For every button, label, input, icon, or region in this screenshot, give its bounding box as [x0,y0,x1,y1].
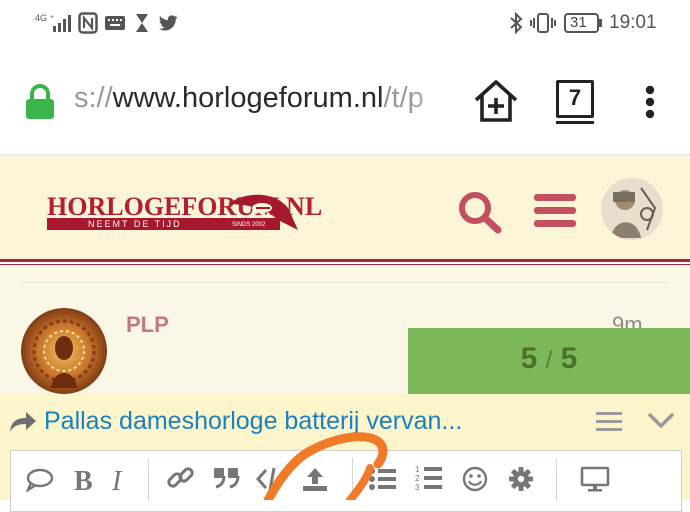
options-button[interactable] [508,466,534,497]
quote-button[interactable] [212,466,240,495]
toolbar-separator [556,458,557,500]
progress-current: 5 [520,342,538,375]
svg-text:+: + [50,14,54,21]
preview-toggle-button[interactable] [580,466,610,497]
search-button[interactable] [457,190,503,239]
progress-separator: / [545,347,553,374]
url-fade [412,78,456,120]
nfc-icon [78,12,98,39]
battery-level: 31 [570,14,587,31]
composer-collapse-button[interactable] [648,412,674,435]
bold-button[interactable]: B [74,466,93,498]
avatar-image [601,178,663,240]
gear-icon [509,467,533,491]
bluetooth-icon [508,11,524,39]
logo-subtitle: NEEMT DE TIJD [88,219,182,229]
tab-count: 7 [568,85,582,110]
post-divider [22,282,668,283]
bold-icon: B [74,466,93,497]
blockquote-button[interactable] [25,468,54,497]
annotation-circle-mark [250,418,400,505]
smiley-icon [462,466,488,492]
keyboard-icon [104,12,126,39]
svg-text:3: 3 [415,483,420,492]
post-author[interactable]: PLP [126,312,169,338]
menu-button[interactable] [644,84,656,125]
italic-icon: I [112,466,122,497]
add-to-home-button[interactable] [472,78,520,129]
quote-icon [214,468,240,489]
more-vert-icon [645,85,655,119]
svg-text:1: 1 [415,465,420,474]
progress-total: 5 [560,342,578,375]
list-icon [596,412,622,431]
topic-progress-label: 5 / 5 [408,342,690,376]
svg-text:2: 2 [415,474,420,483]
hamburger-icon [534,194,576,227]
numbered-list-button[interactable]: 123 [414,463,444,498]
reply-icon [8,410,38,439]
header-divider [0,259,690,262]
url-scheme: s:// [74,82,113,114]
network-label: 4G [35,13,47,23]
status-bar: 4G + 31 19:01 [0,0,690,46]
vibrate-icon [530,12,556,39]
signal-icon: 4G + [35,12,73,39]
url-host: www.horlogeforum.nl [112,82,384,114]
italic-button[interactable]: I [112,466,121,498]
chevron-down-icon [648,413,674,428]
twitter-icon [157,12,179,39]
clock: 19:01 [609,12,657,33]
emoji-button[interactable] [462,466,488,497]
desktop-icon [580,466,610,492]
hourglass-icon [134,12,150,39]
home-plus-icon [474,80,518,122]
composer-list-button[interactable] [596,412,622,437]
toolbar-separator [148,458,149,500]
logo-clock-hand-icon [226,190,300,237]
numbered-list-icon: 123 [415,465,442,492]
hamburger-menu-button[interactable] [534,194,576,233]
speech-bubble-icon [25,468,54,494]
url-field[interactable]: s://www.horlogeforum.nl/t/p [74,82,452,118]
post-author-avatar[interactable] [21,308,107,394]
user-avatar[interactable] [601,178,663,240]
avatar-image [21,308,107,394]
browser-toolbar: s://www.horlogeforum.nl/t/p 7 [0,46,690,155]
link-icon [167,467,194,488]
secure-lock-icon[interactable] [24,84,56,125]
search-icon [459,192,502,234]
link-button[interactable] [166,465,196,498]
tabs-button[interactable]: 7 [556,80,594,124]
